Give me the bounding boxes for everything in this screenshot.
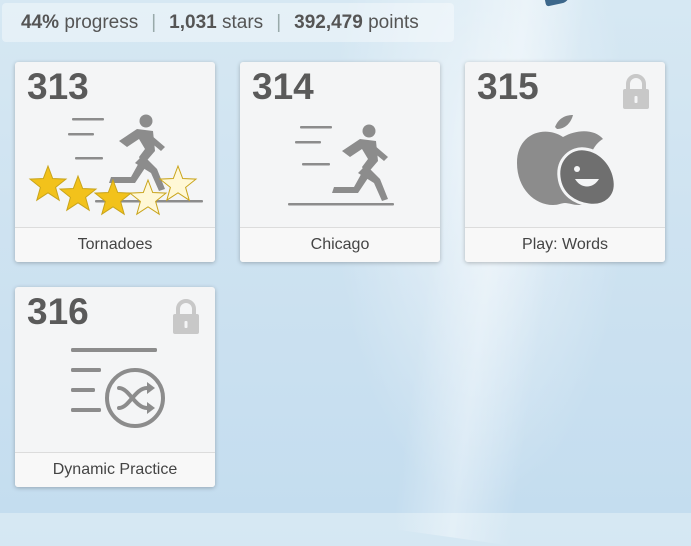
lock-icon [623,74,649,109]
stars-label: stars [222,11,264,33]
separator: | [151,11,157,33]
points-value: 392,479 [294,11,363,33]
star-icon [58,174,98,212]
background-shape [544,0,572,7]
lesson-card-315[interactable]: 315 Play: Words [465,62,665,262]
running-person-icon [28,114,203,216]
star-icon [28,164,68,202]
star-icon [93,178,133,216]
running-person-icon [288,124,394,206]
lesson-number: 316 [27,291,89,332]
stars-value: 1,031 [169,11,217,33]
progress-value: 44% [21,11,60,33]
lesson-number: 313 [27,66,89,107]
star-icon [158,164,198,202]
stats-bar: 44% progress | 1,031 stars | 392,479 poi… [2,3,454,42]
lesson-card-313[interactable]: 313 Tornadoes [15,62,215,262]
points-label: points [368,11,419,33]
star-rating [28,164,198,216]
stars-stat: 1,031 stars [169,12,263,34]
shuffle-list-icon [71,348,165,428]
lesson-title: Dynamic Practice [15,452,215,487]
lesson-title: Chicago [240,227,440,262]
progress-label: progress [64,11,139,33]
lesson-number: 314 [252,66,314,107]
progress-stat: 44% progress [21,12,138,34]
lesson-title: Tornadoes [15,227,215,262]
apple-face-icon [517,115,617,207]
lesson-number: 315 [477,66,539,107]
lesson-card-316[interactable]: 316 Dynamic Practice [15,287,215,487]
separator: | [276,11,282,33]
lock-icon [173,299,199,334]
points-stat: 392,479 points [294,12,419,34]
lesson-card-314[interactable]: 314 Chicago [240,62,440,262]
lesson-title: Play: Words [465,227,665,262]
